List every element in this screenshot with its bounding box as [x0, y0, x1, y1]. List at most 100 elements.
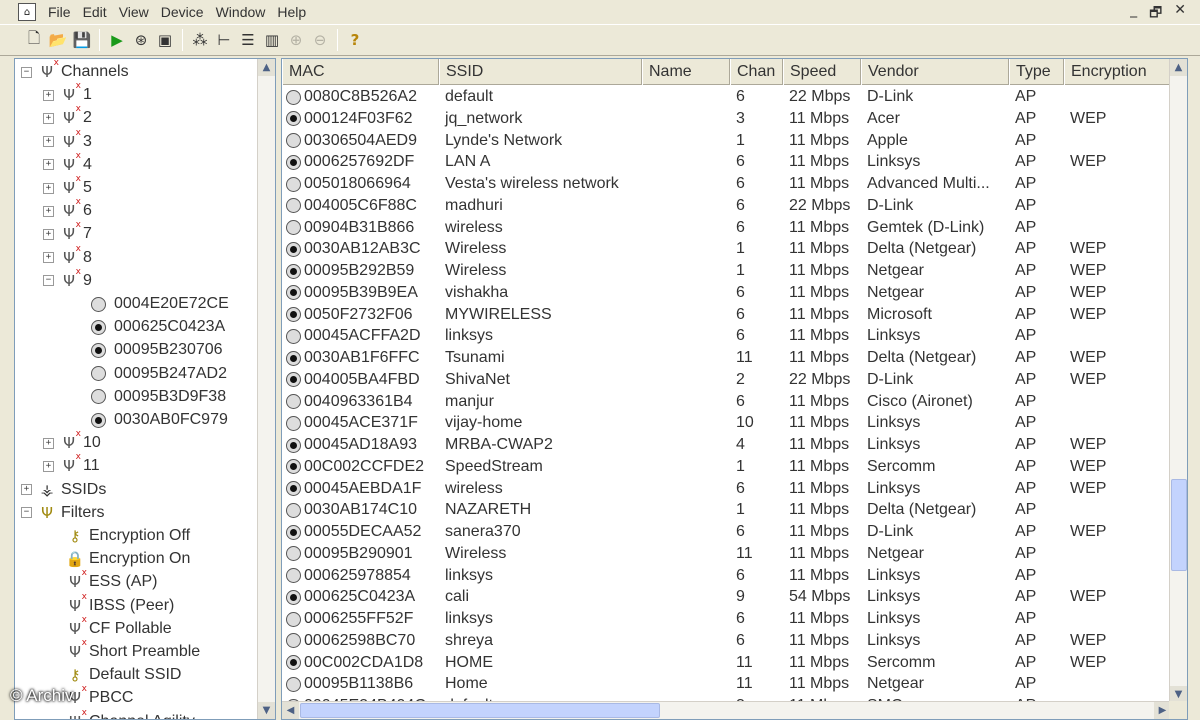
close-icon[interactable]: ✕ [1174, 2, 1186, 26]
vertical-scrollbar[interactable]: ▲ ▼ [1169, 59, 1187, 703]
expand-icon[interactable]: + [43, 252, 54, 264]
menu-window[interactable]: Window [210, 4, 272, 20]
expand-icon[interactable]: + [43, 182, 54, 194]
tree-node-channel-4[interactable]: + Ψ4 [43, 151, 92, 176]
column-header-speed[interactable]: Speed [783, 59, 861, 85]
scroll-thumb[interactable] [1171, 479, 1187, 571]
tree-node-filter[interactable]: ⚷ Encryption Off [59, 525, 191, 547]
horizontal-scrollbar[interactable]: ◀ ▶ [282, 701, 1171, 719]
table-row[interactable]: 000625C0423A cali 9 54 Mbps Linksys AP WEP [282, 586, 1171, 608]
table-row[interactable]: 00062598BC70 shreya 6 11 Mbps Linksys AP WEP [282, 630, 1171, 652]
channel-tree-panel[interactable]: ▲ ▼ −ΨChannels+Ψ1+Ψ2+Ψ3+Ψ4+Ψ5+Ψ6+Ψ7+Ψ8−Ψ… [14, 58, 276, 720]
tree-node-mac[interactable]: 00095B247AD2 [91, 363, 227, 385]
scroll-thumb[interactable] [300, 703, 660, 718]
scroll-up-icon[interactable]: ▲ [258, 59, 275, 76]
zoom-in-icon[interactable]: ⊕ [284, 28, 308, 52]
menu-view[interactable]: View [113, 4, 155, 20]
table-row[interactable]: 005018066964 Vesta's wireless network 6 11 … [282, 173, 1171, 195]
collapse-icon[interactable]: − [21, 66, 32, 78]
expand-icon[interactable]: + [43, 437, 54, 449]
table-row[interactable]: 00C002CDA1D8 HOME 11 11 Mbps Sercomm AP WEP [282, 652, 1171, 674]
table-row[interactable]: 0080C8B526A2 default 6 22 Mbps D-Link AP [282, 86, 1171, 108]
tree-node-channel-8[interactable]: + Ψ8 [43, 244, 92, 269]
tree-node-mac[interactable]: 0030AB0FC979 [91, 409, 228, 431]
table-row[interactable]: 00045ACE371F vijay-home 10 11 Mbps Linksys AP [282, 412, 1171, 434]
table-row[interactable]: 00045AEBDA1F wireless 6 11 Mbps Linksys AP WEP [282, 478, 1171, 500]
table-row[interactable]: 0030AB1F6FFC Tsunami 11 11 Mbps Delta (Netge… [282, 347, 1171, 369]
tree-node-channel-6[interactable]: + Ψ6 [43, 197, 92, 222]
tree-node-mac[interactable]: 00095B3D9F38 [91, 386, 226, 408]
tree-node-filter[interactable]: 🔒 Encryption On [59, 548, 191, 570]
table-row[interactable]: 00C002CCFDE2 SpeedStream 1 11 Mbps Sercomm AP… [282, 456, 1171, 478]
table-row[interactable]: 0050F2732F06 MYWIRELESS 6 11 Mbps Microsoft A… [282, 304, 1171, 326]
table-row[interactable]: 00045ACFFA2D linksys 6 11 Mbps Linksys AP [282, 325, 1171, 347]
tree-node-filter[interactable]: ΨCF Pollable [59, 615, 172, 640]
tree-view-icon[interactable]: ⊢ [212, 28, 236, 52]
large-icons-icon[interactable]: ⁂ [188, 28, 212, 52]
table-row[interactable]: 0030AB174C10 NAZARETH 1 11 Mbps Delta (Netge… [282, 499, 1171, 521]
tree-node-filters[interactable]: − Ψ Filters [21, 502, 105, 524]
tree-node-mac[interactable]: 0004E20E72CE [91, 293, 229, 315]
play-icon[interactable]: ▶ [105, 28, 129, 52]
zoom-out-icon[interactable]: ⊖ [308, 28, 332, 52]
table-row[interactable]: 004005BA4FBD ShivaNet 2 22 Mbps D-Link AP WEP [282, 369, 1171, 391]
tree-node-mac[interactable]: 000625C0423A [91, 316, 225, 338]
table-row[interactable]: 0006255FF52F linksys 6 11 Mbps Linksys AP [282, 608, 1171, 630]
save-icon[interactable]: 💾 [70, 28, 94, 52]
menu-help[interactable]: Help [271, 4, 312, 20]
table-row[interactable]: 00095B39B9EA vishakha 6 11 Mbps Netgear AP WEP [282, 282, 1171, 304]
table-row[interactable]: 000124F03F62 jq_network 3 11 Mbps Acer AP WEP [282, 108, 1171, 130]
new-file-icon[interactable]: 🗋 [22, 28, 46, 52]
column-header-encryption[interactable]: Encryption [1064, 59, 1171, 85]
list-view-icon[interactable]: ☰ [236, 28, 260, 52]
expand-icon[interactable]: + [43, 205, 54, 217]
table-row[interactable]: 0006257692DF LAN A 6 11 Mbps Linksys AP WEP [282, 151, 1171, 173]
minimize-icon[interactable]: _ [1130, 2, 1137, 26]
column-header-vendor[interactable]: Vendor [861, 59, 1009, 85]
table-row[interactable]: 00904B31B866 wireless 6 11 Mbps Gemtek (D-Li… [282, 217, 1171, 239]
expand-icon[interactable]: + [43, 460, 54, 472]
tree-node-filter[interactable]: ΨChannel Agility [59, 708, 195, 719]
tree-node-channel-7[interactable]: + Ψ7 [43, 220, 92, 245]
table-row[interactable]: 0030AB12AB3C Wireless 1 11 Mbps Delta (Netge… [282, 238, 1171, 260]
tree-node-channel-1[interactable]: + Ψ1 [43, 81, 92, 106]
table-row[interactable]: 004005C6F88C madhuri 6 22 Mbps D-Link AP [282, 195, 1171, 217]
expand-icon[interactable]: + [43, 89, 54, 101]
menu-file[interactable]: File [42, 4, 77, 20]
table-row[interactable]: 00095B1138B6 Home 11 11 Mbps Netgear AP [282, 673, 1171, 695]
scroll-up-icon[interactable]: ▲ [1170, 59, 1187, 76]
table-row[interactable]: 000625978854 linksys 6 11 Mbps Linksys AP [282, 565, 1171, 587]
tree-node-channel-9[interactable]: −Ψ9 [43, 267, 92, 292]
tree-node-channel-10[interactable]: + Ψ10 [43, 429, 101, 454]
open-folder-icon[interactable]: 📂 [46, 28, 70, 52]
expand-icon[interactable]: + [21, 484, 32, 496]
tree-node-channels[interactable]: −ΨChannels [21, 59, 129, 83]
column-header-type[interactable]: Type [1009, 59, 1064, 85]
menu-device[interactable]: Device [155, 4, 210, 20]
restore-icon[interactable]: 🗗 [1149, 2, 1162, 26]
help-icon[interactable]: ? [343, 28, 367, 52]
tree-node-mac[interactable]: 00095B230706 [91, 339, 223, 361]
table-row[interactable]: 00095B292B59 Wireless 1 11 Mbps Netgear AP WEP [282, 260, 1171, 282]
tree-node-channel-2[interactable]: + Ψ2 [43, 104, 92, 129]
column-header-ssid[interactable]: SSID [439, 59, 642, 85]
tree-node-filter[interactable]: ΨESS (AP) [59, 568, 157, 593]
tree-node-channel-5[interactable]: + Ψ5 [43, 174, 92, 199]
collapse-icon[interactable]: − [43, 275, 54, 287]
table-row[interactable]: 0040963361B4 manjur 6 11 Mbps Cisco (Aironet… [282, 391, 1171, 413]
scroll-left-icon[interactable]: ◀ [282, 702, 299, 719]
tree-node-filter[interactable]: ΨShort Preamble [59, 638, 200, 663]
column-header-chan[interactable]: Chan [730, 59, 783, 85]
tree-node-channel-3[interactable]: + Ψ3 [43, 128, 92, 153]
expand-icon[interactable]: + [43, 112, 54, 124]
tree-scrollbar[interactable]: ▲ ▼ [257, 59, 275, 719]
expand-icon[interactable]: + [43, 228, 54, 240]
expand-icon[interactable]: + [43, 159, 54, 171]
details-view-icon[interactable]: ▥ [260, 28, 284, 52]
scroll-down-icon[interactable]: ▼ [258, 702, 275, 719]
table-row[interactable]: 00055DECAA52 sanera370 6 11 Mbps D-Link AP WEP [282, 521, 1171, 543]
menu-edit[interactable]: Edit [77, 4, 113, 20]
expand-icon[interactable]: + [43, 136, 54, 148]
table-row[interactable]: 00095B290901 Wireless 11 11 Mbps Netgear AP [282, 543, 1171, 565]
column-header-name[interactable]: Name [642, 59, 730, 85]
